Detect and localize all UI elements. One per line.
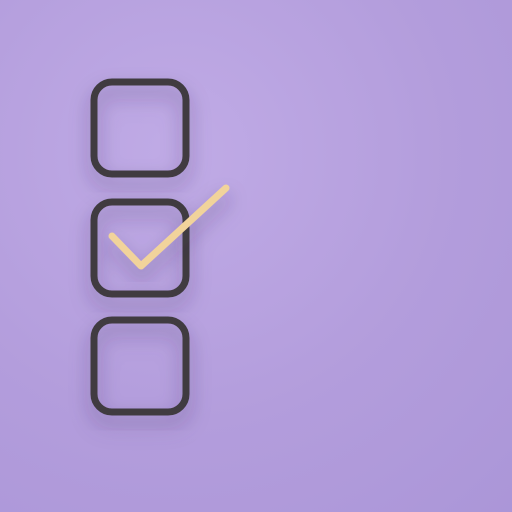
- checkbox-icon: [90, 316, 190, 416]
- checklist-icon: [90, 78, 424, 416]
- checkbox-icon: [90, 78, 190, 178]
- checklist-row-2: [90, 184, 424, 298]
- checklist-row-3: [90, 316, 424, 416]
- checklist-canvas: [0, 0, 512, 512]
- checklist-row-1: [90, 78, 424, 178]
- checked-checkbox-icon: [90, 198, 190, 298]
